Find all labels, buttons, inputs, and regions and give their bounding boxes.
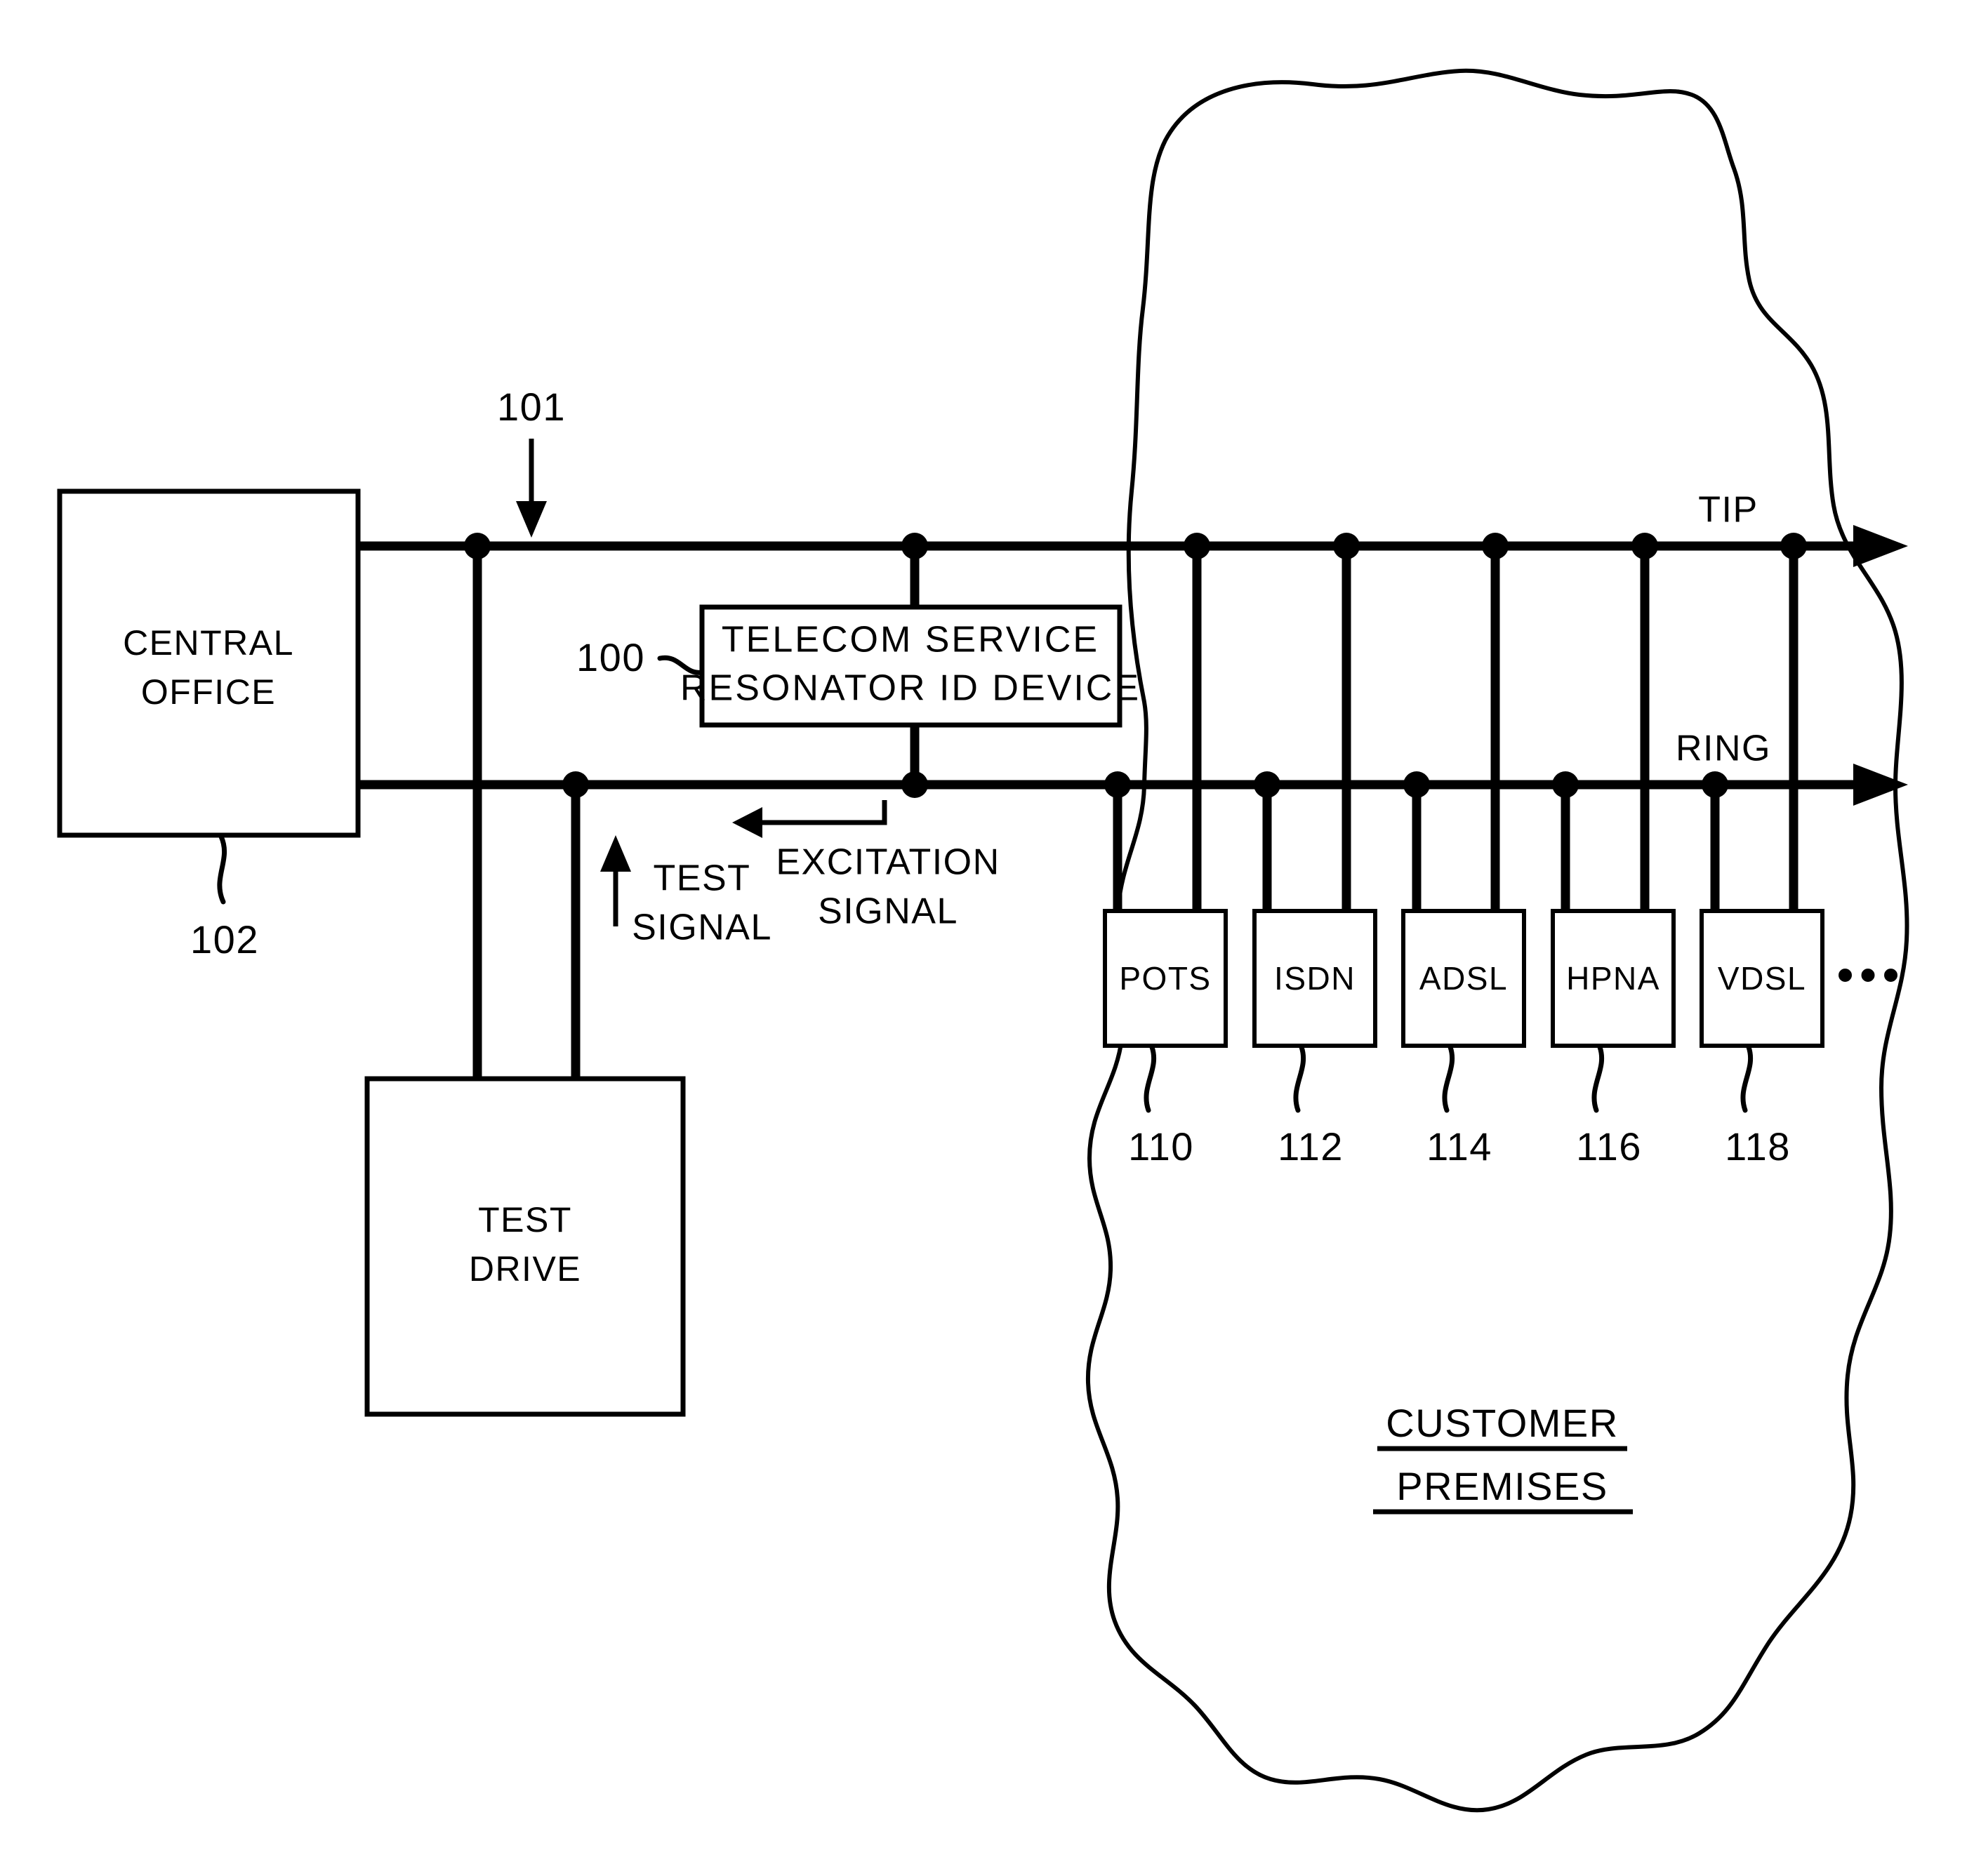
customer-premises-label-line2: PREMISES [1396,1464,1608,1508]
diagram-canvas: CENTRAL OFFICE 102 101 TEST DRIVE TEST S… [57,68,1909,1813]
ring-label: RING [1676,729,1771,769]
service-label-isdn: ISDN [1274,960,1356,997]
excitation-signal-arrow-shaft [760,800,887,825]
ring-arrowhead [1853,764,1908,806]
service-boxes: POTS 110 ISDN 112 ADSL 114 HPNA 116 VDSL… [1103,909,1824,1169]
test-signal-label-line1: TEST [654,858,751,899]
central-office-box [57,488,361,838]
customer-premises-label-line1: CUSTOMER [1386,1401,1618,1445]
service-ref-pots: 110 [1128,1124,1194,1169]
service-label-vdsl: VDSL [1718,960,1806,997]
service-ref-leader-vdsl [1740,1044,1754,1113]
ring-tap-dot-3 [1403,771,1430,798]
tip-tap-dot-1 [1184,533,1210,559]
service-ref-isdn: 112 [1278,1124,1344,1169]
services-ellipsis: ••• [1836,947,1905,1002]
test-drive-label-line2: DRIVE [469,1249,581,1289]
excitation-signal-arrowhead [732,807,762,838]
tip-tap-dot-2 [1333,533,1360,559]
ring-resonator-junction-dot [901,771,928,798]
central-office-ref-number: 102 [190,917,259,962]
test-signal-arrowhead [600,835,631,872]
central-office-label-line1: CENTRAL [123,623,294,663]
tip-label: TIP [1698,490,1758,531]
tip-tap-dot-5 [1780,533,1807,559]
service-ref-leader-hpna [1591,1044,1605,1113]
service-label-hpna: HPNA [1566,960,1660,997]
line-pair-ref-number: 101 [497,385,566,429]
patent-figure: CENTRAL OFFICE 102 101 TEST DRIVE TEST S… [0,0,1974,1876]
ring-tap-dot-4 [1552,771,1579,798]
test-signal-label-line2: SIGNAL [632,907,772,948]
service-ref-adsl: 114 [1426,1124,1492,1169]
test-drive-box [364,1076,686,1417]
service-ref-leader-isdn [1293,1044,1306,1113]
service-ref-vdsl: 118 [1725,1124,1791,1169]
tip-tap-dot-3 [1482,533,1509,559]
tip-resonator-junction-dot [901,533,928,559]
service-ref-leader-adsl [1442,1044,1455,1113]
tip-tap-dot-4 [1631,533,1658,559]
central-office-ref-leader [217,834,227,905]
ring-testdrive-junction-dot [562,771,589,798]
line-pair-ref-arrowhead [516,501,547,538]
resonator-device-label-line1: TELECOM SERVICE [722,620,1099,660]
tip-testdrive-junction-dot [464,533,491,559]
test-drive-label-line1: TEST [478,1200,572,1239]
central-office-label-line2: OFFICE [141,672,276,712]
service-label-pots: POTS [1119,960,1211,997]
tip-arrowhead [1853,525,1908,567]
resonator-device-label-line2: RESONATOR ID DEVICE [680,668,1141,709]
ring-tap-dot-1 [1104,771,1131,798]
ring-tap-dot-2 [1254,771,1280,798]
service-ref-leader-pots [1144,1044,1157,1113]
excitation-signal-label-line1: EXCITATION [776,842,1000,883]
excitation-signal-label-line2: SIGNAL [818,891,958,932]
service-ref-hpna: 116 [1576,1124,1642,1169]
service-label-adsl: ADSL [1419,960,1508,997]
ring-tap-dot-5 [1702,771,1728,798]
resonator-device-ref-number: 100 [576,635,645,679]
